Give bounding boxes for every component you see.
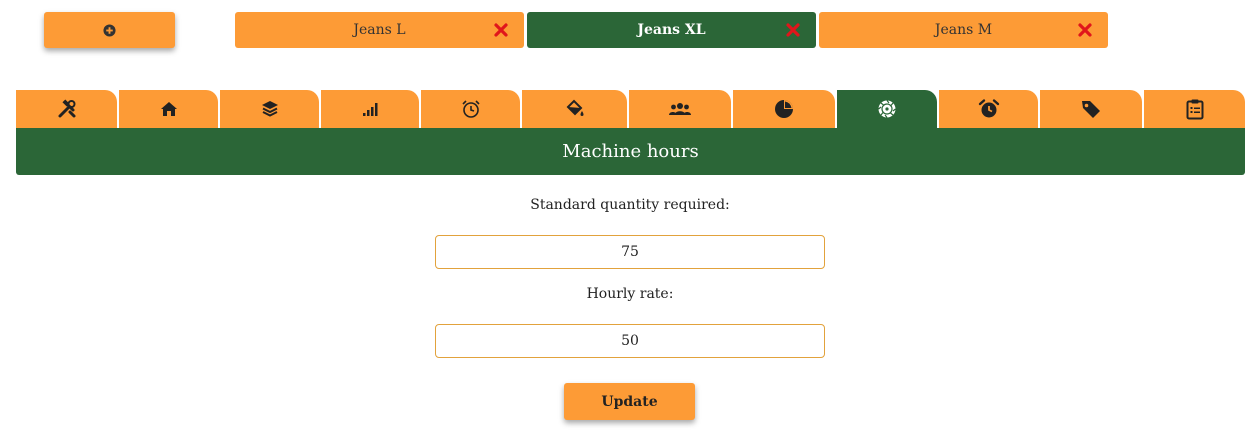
tab-pie[interactable]: [733, 90, 835, 128]
update-button[interactable]: Update: [564, 383, 695, 420]
tab-tools[interactable]: [16, 90, 117, 128]
category-tab-bar: [16, 90, 1245, 128]
close-icon[interactable]: [1076, 21, 1094, 39]
product-tab-jeans-xl[interactable]: Jeans XL: [527, 12, 816, 48]
close-icon[interactable]: [492, 21, 510, 39]
layers-icon: [261, 101, 278, 117]
tab-home[interactable]: [119, 90, 218, 128]
tab-signal[interactable]: [321, 90, 419, 128]
paint-bucket-icon: [566, 99, 583, 116]
section-header: Machine hours: [16, 128, 1245, 175]
quantity-label: Standard quantity required:: [530, 197, 730, 213]
tab-layers[interactable]: [220, 90, 319, 128]
tab-users[interactable]: [629, 90, 731, 128]
users-icon: [669, 103, 691, 115]
tab-paint[interactable]: [522, 90, 627, 128]
add-product-button[interactable]: [44, 12, 175, 48]
quantity-input[interactable]: [435, 235, 825, 269]
product-tab-jeans-l[interactable]: Jeans L: [235, 12, 524, 48]
product-tab-label: Jeans M: [934, 22, 993, 38]
clipboard-list-icon: [1186, 99, 1203, 120]
tab-saw[interactable]: [837, 90, 937, 128]
alarm-clock-icon: [978, 99, 999, 118]
plus-circle-icon: [103, 23, 116, 37]
tab-alarm-outline[interactable]: [421, 90, 520, 128]
home-icon: [160, 102, 177, 116]
hourly-rate-label: Hourly rate:: [586, 286, 674, 302]
tab-tags[interactable]: [1040, 90, 1142, 128]
product-tab-label: Jeans XL: [637, 22, 706, 38]
hourly-rate-input[interactable]: [435, 324, 825, 358]
section-title: Machine hours: [562, 141, 699, 162]
product-tab-label: Jeans L: [353, 22, 406, 38]
alarm-clock-outline-icon: [461, 100, 480, 118]
tools-icon: [58, 99, 75, 118]
tags-icon: [1082, 101, 1100, 118]
tab-alarm[interactable]: [939, 90, 1038, 128]
close-icon[interactable]: [784, 21, 802, 39]
signal-bars-icon: [363, 103, 378, 116]
saw-blade-icon: [878, 100, 896, 118]
product-tab-jeans-m[interactable]: Jeans M: [819, 12, 1108, 48]
tab-clipboard[interactable]: [1144, 90, 1245, 128]
pie-chart-icon: [775, 100, 793, 118]
